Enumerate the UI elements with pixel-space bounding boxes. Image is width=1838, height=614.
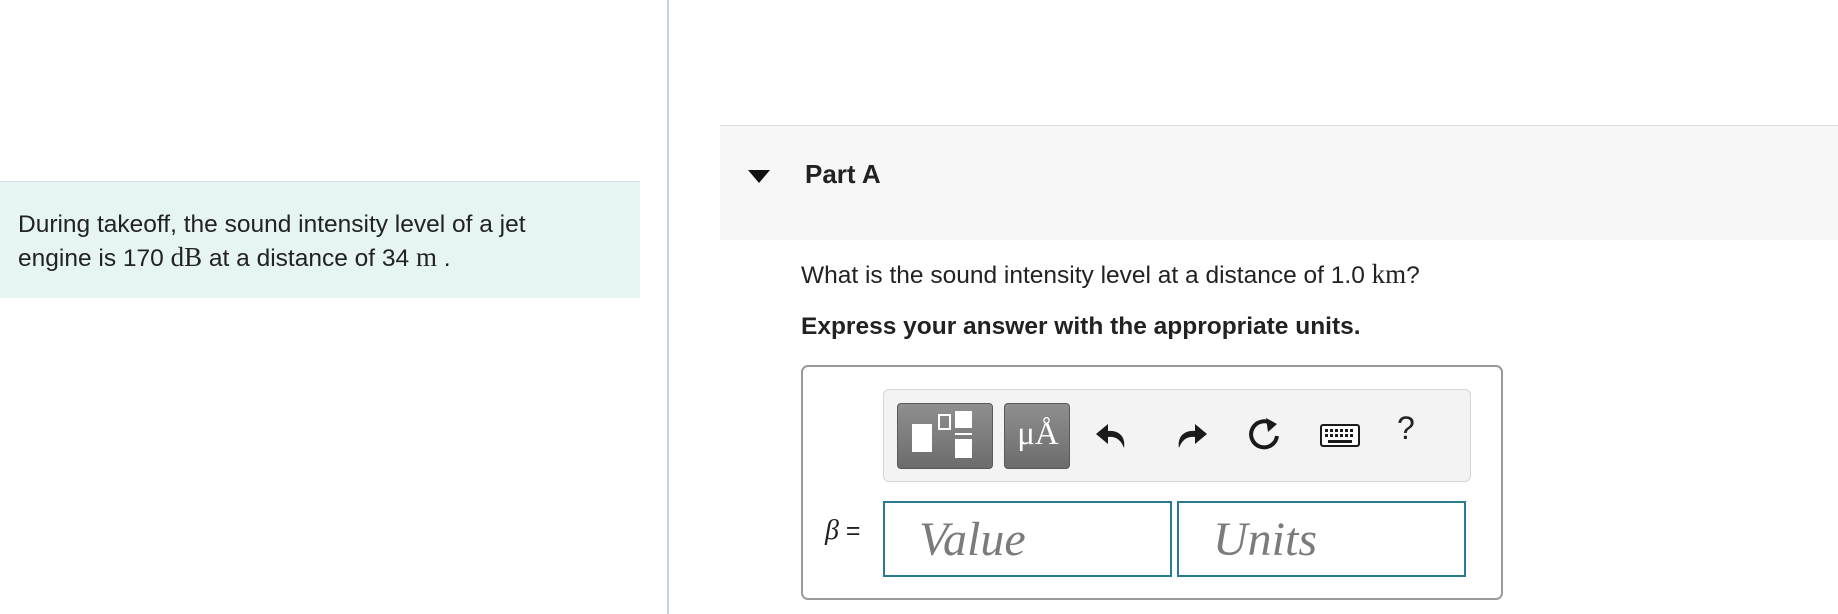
question-suffix: ? [1406, 262, 1420, 289]
value-input[interactable] [883, 501, 1172, 577]
part-title: Part A [805, 159, 881, 189]
math-toolbar: μÅ ? [883, 389, 1471, 482]
units-button[interactable]: μÅ [1004, 403, 1070, 469]
panel-divider [667, 0, 669, 614]
keyboard-icon[interactable] [1317, 412, 1363, 458]
unit-m: m [415, 242, 437, 272]
units-icon: μÅ [1017, 416, 1059, 452]
reset-icon[interactable] [1241, 412, 1287, 458]
redo-icon[interactable] [1167, 412, 1213, 458]
part-a-header[interactable]: Part A [720, 125, 1838, 240]
problem-line-2-mid: at a distance of 34 [202, 245, 416, 272]
collapse-caret-icon[interactable] [748, 170, 770, 183]
equals-sign: = [838, 517, 861, 545]
templates-button[interactable] [897, 403, 993, 469]
answer-instruction: Express your answer with the appropriate… [801, 313, 1361, 340]
question-prefix: What is the sound intensity level at a d… [801, 262, 1372, 289]
problem-line-1: During takeoff, the sound intensity leve… [18, 211, 526, 238]
unit-db: dB [170, 242, 203, 272]
question-text: What is the sound intensity level at a d… [801, 259, 1420, 290]
units-input[interactable] [1177, 501, 1466, 577]
answer-variable-label: β = [825, 515, 861, 547]
help-icon[interactable]: ? [1397, 410, 1415, 447]
beta-symbol: β [825, 515, 839, 546]
answer-box: μÅ ? β = [801, 365, 1503, 600]
problem-statement-panel: During takeoff, the sound intensity leve… [0, 181, 640, 298]
problem-line-2-prefix: engine is 170 [18, 245, 171, 272]
problem-text: During takeoff, the sound intensity leve… [18, 209, 618, 275]
unit-km: km [1371, 259, 1407, 289]
undo-icon[interactable] [1090, 412, 1136, 458]
problem-line-2-suffix: . [436, 245, 451, 272]
